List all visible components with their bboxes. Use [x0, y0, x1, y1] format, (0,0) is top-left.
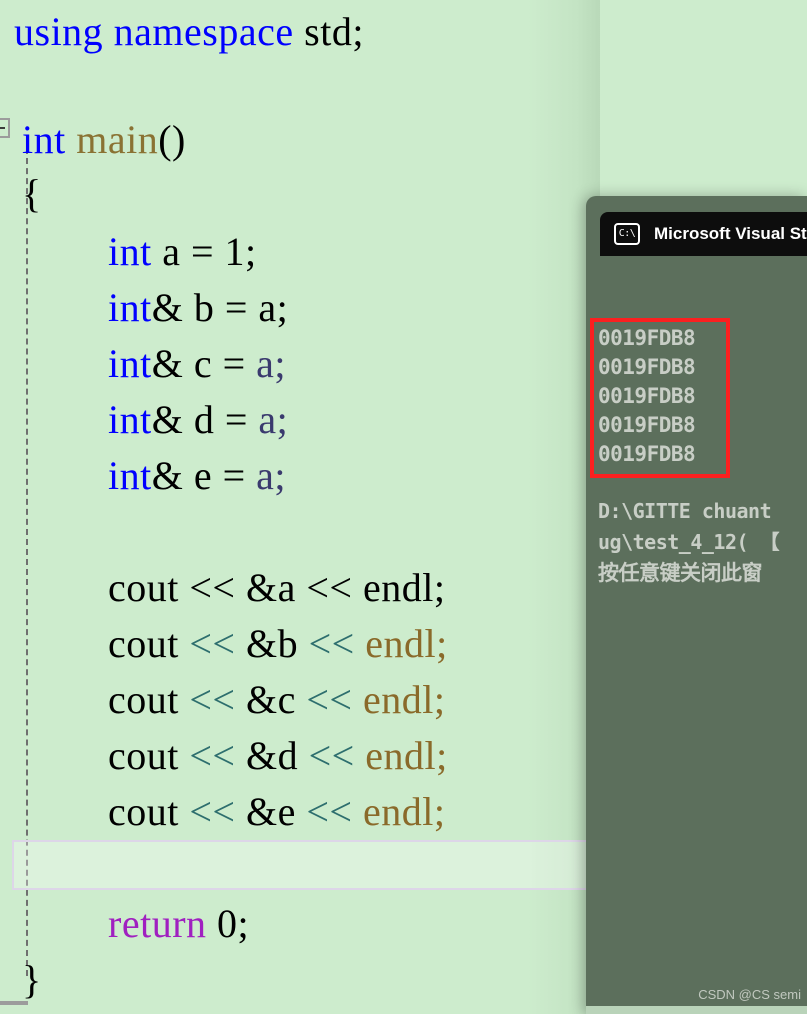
- address-output-row: 0019FDB8: [598, 355, 696, 379]
- debug-console-window[interactable]: C:\ Microsoft Visual St 0019FDB8 0019FDB8…: [586, 196, 807, 1014]
- code-token: cout: [108, 677, 190, 722]
- code-token: endl;: [365, 733, 448, 778]
- code-line[interactable]: cout << &b << endl;: [108, 616, 448, 672]
- code-token: <<: [306, 565, 363, 610]
- minus-box-icon[interactable]: [0, 118, 10, 138]
- code-line[interactable]: int& d = a;: [108, 392, 288, 448]
- code-token: a;: [258, 397, 289, 442]
- console-cmd-icon: C:\: [614, 223, 640, 245]
- code-token: cout: [108, 621, 190, 666]
- code-token: endl;: [363, 677, 446, 722]
- code-line[interactable]: int& e = a;: [108, 448, 286, 504]
- code-line[interactable]: int a = 1;: [108, 224, 257, 280]
- code-token: <<: [189, 677, 246, 722]
- code-token: <<: [306, 789, 363, 834]
- code-line[interactable]: cout << &c << endl;: [108, 672, 445, 728]
- code-line[interactable]: cout << &e << endl;: [108, 784, 445, 840]
- code-token: int: [108, 229, 152, 274]
- address-output-row: 0019FDB8: [598, 384, 696, 408]
- code-token: int: [22, 117, 77, 162]
- code-token: & e =: [151, 453, 257, 498]
- screenshot-root: using namespace std; int main(){int a = 1…: [0, 0, 807, 1014]
- code-token: return: [108, 901, 207, 946]
- console-output-area: 0019FDB8 0019FDB8 0019FDB8 0019FDB8 0019FDB8…: [586, 256, 807, 1014]
- code-line[interactable]: using namespace std;: [14, 4, 364, 60]
- code-token: int: [108, 453, 152, 498]
- current-line-highlight[interactable]: [12, 840, 588, 890]
- code-token: <<: [308, 733, 366, 778]
- code-token: &c: [246, 677, 307, 722]
- code-token: & b = a;: [151, 285, 289, 330]
- console-exit-message: D:\GITTE chuant ug\test_4_12( 【按任意键关闭此窗: [598, 496, 807, 589]
- console-title-bar[interactable]: C:\ Microsoft Visual St: [600, 212, 807, 256]
- console-bottom-strip: [586, 1006, 807, 1014]
- code-token: endl;: [363, 789, 446, 834]
- code-line[interactable]: return 0;: [108, 896, 249, 952]
- code-token: cout: [108, 789, 190, 834]
- console-cmd-icon-glyph: C:\: [618, 228, 636, 239]
- code-line[interactable]: int& c = a;: [108, 336, 286, 392]
- code-line[interactable]: cout << &a << endl;: [108, 560, 445, 616]
- code-token: endl;: [363, 565, 446, 610]
- watermark-label: CSDN @CS semi: [698, 987, 801, 1002]
- code-token: &a: [246, 565, 307, 610]
- code-token: using namespace: [14, 9, 305, 54]
- code-token: <<: [189, 789, 246, 834]
- code-token: a;: [256, 341, 287, 386]
- code-token: 0;: [206, 901, 250, 946]
- code-token: cout: [108, 733, 190, 778]
- code-token: int: [108, 397, 152, 442]
- code-token: std;: [304, 9, 364, 54]
- code-token: & c =: [151, 341, 257, 386]
- code-token: a = 1;: [151, 229, 257, 274]
- code-token: &b: [246, 621, 309, 666]
- code-line[interactable]: cout << &d << endl;: [108, 728, 448, 784]
- code-line[interactable]: {: [22, 166, 42, 222]
- code-token: }: [22, 957, 42, 1002]
- code-token: {: [22, 171, 42, 216]
- code-token: &d: [246, 733, 309, 778]
- code-token: & d =: [151, 397, 259, 442]
- console-title-label: Microsoft Visual St: [654, 224, 807, 243]
- code-token: <<: [189, 565, 246, 610]
- address-output-row: 0019FDB8: [598, 326, 696, 350]
- code-token: &e: [246, 789, 307, 834]
- code-token: <<: [308, 621, 366, 666]
- console-message-line: 按任意键关闭此窗: [598, 561, 763, 585]
- console-message-line: D:\GITTE chuant: [598, 499, 772, 523]
- code-token: (): [158, 117, 186, 162]
- code-token: main: [76, 117, 159, 162]
- code-line[interactable]: int& b = a;: [108, 280, 288, 336]
- code-token: int: [108, 285, 152, 330]
- address-output-list: 0019FDB8 0019FDB8 0019FDB8 0019FDB8 0019FDB8: [598, 324, 798, 469]
- code-line[interactable]: int main(): [22, 112, 186, 168]
- address-output-row: 0019FDB8: [598, 413, 696, 437]
- code-token: endl;: [365, 621, 448, 666]
- code-token: <<: [189, 621, 246, 666]
- code-token: int: [108, 341, 152, 386]
- code-token: a;: [256, 453, 287, 498]
- address-output-row: 0019FDB8: [598, 442, 696, 466]
- code-line[interactable]: }: [22, 952, 42, 1008]
- console-message-line: ug\test_4_12( 【: [598, 530, 780, 554]
- code-token: cout: [108, 565, 190, 610]
- code-token: <<: [189, 733, 246, 778]
- code-token: <<: [306, 677, 363, 722]
- code-editor-pane[interactable]: using namespace std; int main(){int a = 1…: [0, 0, 600, 1014]
